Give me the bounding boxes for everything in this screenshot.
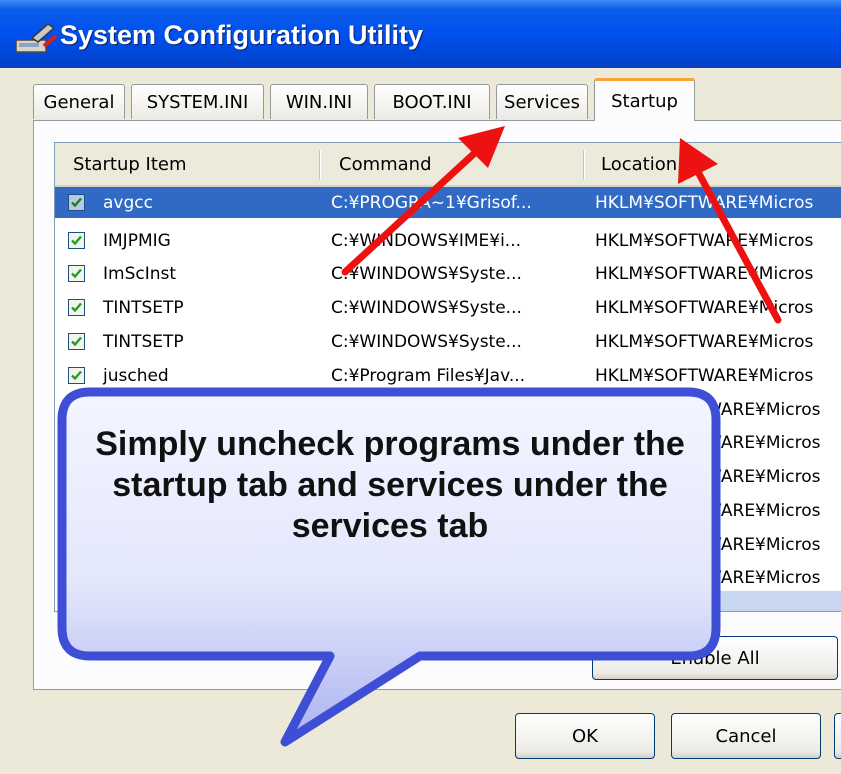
startup-item-name: ImScInst	[103, 264, 177, 284]
startup-item-location: HKLM¥SOFTWARE¥Micros	[595, 193, 814, 213]
checkmark-icon	[71, 336, 82, 347]
startup-item-name: avgcc	[103, 193, 153, 213]
row-checkbox[interactable]	[68, 232, 85, 249]
startup-item-command: C:¥PROGRA~1¥Grisof...	[331, 193, 532, 213]
apply-button[interactable]	[834, 713, 841, 759]
checkmark-icon	[71, 197, 82, 208]
tab-general[interactable]: General	[33, 84, 125, 119]
startup-item-location: HKLM¥SOFTWARE¥Micros	[595, 231, 814, 251]
list-header: Startup Item Command Location	[55, 143, 841, 187]
startup-item-location: HKLM¥SOFTWARE¥Micros	[595, 298, 814, 318]
column-divider[interactable]	[583, 150, 584, 180]
startup-item-location: WARE¥Micros	[705, 501, 821, 521]
startup-item-command: C:¥WINDOWS¥Syste...	[331, 264, 522, 284]
startup-item-name: TINTSETP	[103, 332, 184, 352]
tab-boot-ini[interactable]: BOOT.INI	[374, 84, 490, 119]
column-divider[interactable]	[319, 150, 320, 180]
checkmark-icon	[71, 268, 82, 279]
list-row[interactable]: TINTSETP C:¥WINDOWS¥Syste... HKLM¥SOFTWA…	[55, 326, 841, 357]
checkmark-icon	[71, 370, 82, 381]
list-row[interactable]: TINTSETP C:¥WINDOWS¥Syste... HKLM¥SOFTWA…	[55, 292, 841, 323]
startup-item-location: HKLM¥SOFTWARE¥Micros	[595, 332, 814, 352]
startup-item-command: C:¥WINDOWS¥Syste...	[331, 332, 522, 352]
list-row[interactable]: IMJPMIG C:¥WINDOWS¥IME¥i... HKLM¥SOFTWAR…	[55, 225, 841, 256]
list-row[interactable]: avgcc C:¥PROGRA~1¥Grisof... HKLM¥SOFTWAR…	[55, 187, 841, 218]
startup-item-location: HKLM¥SOFTWARE¥Micros	[595, 366, 814, 386]
startup-item-location: WARE¥Micros	[705, 433, 821, 453]
checkmark-icon	[71, 302, 82, 313]
startup-item-name: TINTSETP	[103, 298, 184, 318]
system-configuration-window: System Configuration Utility General SYS…	[0, 0, 841, 774]
list-row[interactable]: ImScInst C:¥WINDOWS¥Syste... HKLM¥SOFTWA…	[55, 258, 841, 289]
horizontal-scrollbar[interactable]	[695, 591, 841, 611]
checkmark-icon	[71, 235, 82, 246]
row-checkbox[interactable]	[68, 265, 85, 282]
startup-item-name: IMJPMIG	[103, 231, 171, 251]
tab-system-ini[interactable]: SYSTEM.INI	[131, 84, 264, 119]
row-checkbox[interactable]	[68, 333, 85, 350]
tab-strip: General SYSTEM.INI WIN.INI BOOT.INI Serv…	[33, 78, 841, 121]
msconfig-icon	[15, 23, 58, 53]
list-row[interactable]: jusched C:¥Program Files¥Jav... HKLM¥SOF…	[55, 360, 841, 391]
callout-text: Simply uncheck programs under the startu…	[95, 425, 685, 545]
title-bar[interactable]: System Configuration Utility	[0, 0, 841, 68]
row-checkbox[interactable]	[68, 367, 85, 384]
tab-win-ini[interactable]: WIN.INI	[270, 84, 368, 119]
column-header-startup-item[interactable]: Startup Item	[73, 143, 187, 185]
startup-item-location: WARE¥Micros	[705, 535, 821, 555]
startup-item-location: WARE¥Micros	[705, 467, 821, 487]
startup-item-location: WARE¥Micros	[705, 400, 821, 420]
row-checkbox[interactable]	[68, 299, 85, 316]
column-header-command[interactable]: Command	[339, 143, 432, 185]
startup-item-location: WARE¥Micros	[705, 568, 821, 588]
tab-startup[interactable]: Startup	[594, 78, 695, 121]
window-title: System Configuration Utility	[60, 20, 424, 50]
startup-item-command: C:¥Program Files¥Jav...	[331, 366, 526, 386]
startup-item-location: HKLM¥SOFTWARE¥Micros	[595, 264, 814, 284]
startup-item-command: C:¥WINDOWS¥IME¥i...	[331, 231, 522, 251]
enable-all-button[interactable]: Enable All	[592, 636, 838, 680]
list-row[interactable]: WARE¥Micros	[55, 562, 841, 593]
startup-item-command: C:¥WINDOWS¥Syste...	[331, 298, 522, 318]
cancel-button[interactable]: Cancel	[671, 713, 821, 759]
column-header-location[interactable]: Location	[601, 143, 677, 185]
row-checkbox[interactable]	[68, 194, 85, 211]
startup-item-name: jusched	[103, 366, 169, 386]
ok-button[interactable]: OK	[515, 713, 655, 759]
tab-services[interactable]: Services	[496, 84, 588, 119]
list-row[interactable]: WARE¥Micros	[55, 394, 841, 425]
